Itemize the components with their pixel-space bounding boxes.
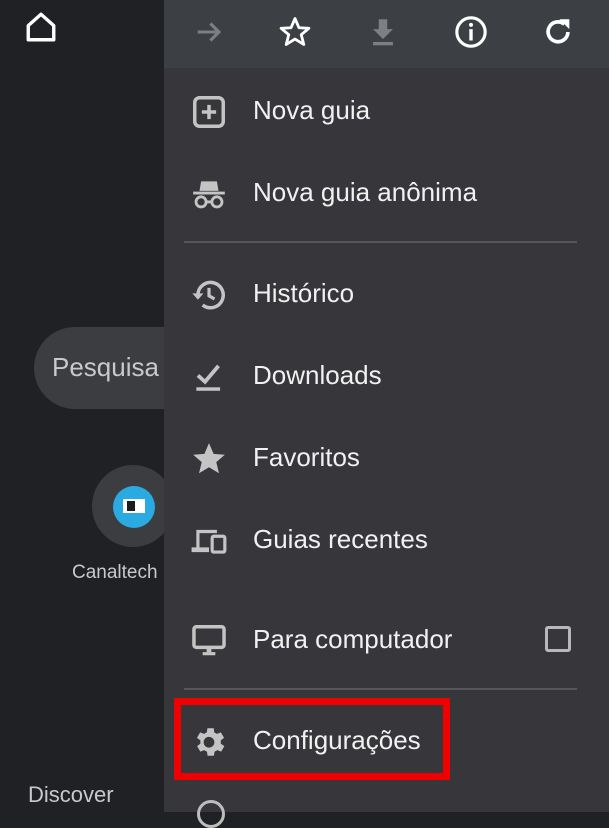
desktop-icon	[192, 625, 226, 656]
download-icon	[373, 19, 393, 46]
menu-divider	[184, 688, 577, 690]
new-tab-icon	[193, 96, 225, 128]
canaltech-logo-icon	[113, 486, 155, 528]
menu-item-label: Guias recentes	[253, 524, 428, 554]
menu-item-label: Downloads	[253, 360, 382, 390]
desktop-site-checkbox[interactable]	[545, 626, 571, 652]
page-info-button[interactable]	[451, 12, 491, 52]
discover-heading: Discover	[28, 782, 114, 807]
reload-button[interactable]	[538, 12, 578, 52]
menu-item-label: Configurações	[253, 725, 421, 755]
overflow-menu: Nova guia Nova guia anônima Histórico Do…	[164, 0, 609, 828]
menu-item-downloads[interactable]: Downloads	[164, 340, 609, 412]
menu-divider	[184, 241, 577, 243]
menu-item-label: Para computador	[253, 624, 453, 654]
menu-item-recent-tabs[interactable]: Guias recentes	[164, 504, 609, 576]
menu-toolbar	[164, 0, 609, 68]
help-icon[interactable]	[197, 800, 225, 828]
menu-item-label: Favoritos	[253, 442, 360, 472]
menu-item-label: Histórico	[253, 278, 355, 308]
search-placeholder: Pesquisa	[52, 352, 159, 382]
history-icon	[192, 280, 225, 310]
menu-item-settings[interactable]: Configurações	[164, 705, 609, 777]
forward-button[interactable]	[189, 12, 229, 52]
menu-item-bookmarks[interactable]: Favoritos	[164, 422, 609, 494]
home-icon[interactable]	[24, 10, 58, 44]
arrow-right-icon	[197, 22, 222, 42]
info-icon	[455, 16, 487, 48]
downloads-check-icon	[196, 364, 221, 391]
menu-item-new-tab[interactable]: Nova guia	[164, 75, 609, 147]
shortcut-tile-label: Canaltech	[72, 562, 158, 583]
star-icon	[193, 443, 225, 474]
gear-icon	[196, 728, 225, 756]
menu-item-new-incognito-tab[interactable]: Nova guia anônima	[164, 157, 609, 229]
bookmark-button[interactable]	[275, 12, 315, 52]
menu-item-label: Nova guia	[253, 95, 371, 125]
incognito-icon	[193, 181, 225, 209]
menu-item-history[interactable]: Histórico	[164, 258, 609, 330]
menu-item-label: Nova guia anônima	[253, 177, 478, 207]
star-outline-icon	[279, 17, 311, 46]
download-page-button[interactable]	[363, 12, 403, 52]
menu-item-desktop-site[interactable]: Para computador	[164, 604, 609, 676]
devices-icon	[191, 529, 227, 554]
refresh-icon	[546, 19, 570, 44]
